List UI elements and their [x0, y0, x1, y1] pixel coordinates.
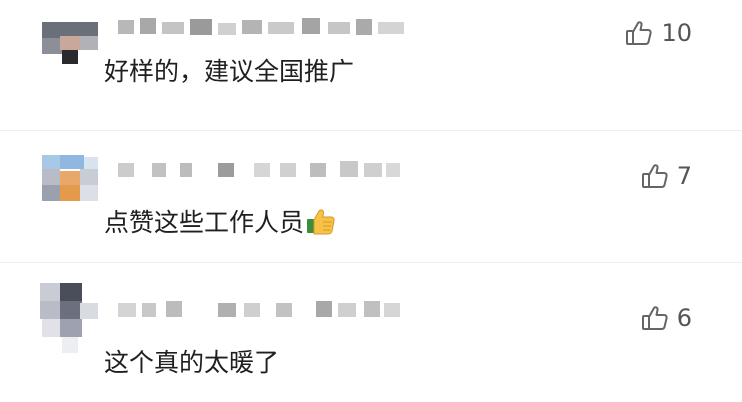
avatar[interactable]	[40, 12, 100, 72]
username-blurred[interactable]	[118, 159, 408, 181]
avatar[interactable]	[40, 281, 100, 361]
comment-item: 10 好样的，建议全国推广	[0, 0, 742, 130]
comment-text-content: 这个真的太暖了	[104, 348, 280, 377]
like-button[interactable]: 10	[625, 18, 692, 48]
thumbs-up-outline-icon	[625, 19, 653, 47]
like-button[interactable]: 6	[641, 303, 692, 333]
like-count: 6	[676, 304, 692, 332]
comment-text: 好样的，建议全国推广	[104, 52, 354, 88]
thumbs-up-outline-icon	[641, 304, 669, 332]
username-blurred[interactable]	[118, 299, 408, 321]
comment-text: 这个真的太暖了	[104, 343, 279, 379]
thumbs-up-emoji-icon	[306, 206, 336, 236]
comment-item: 6 这个真的太暖了	[0, 262, 742, 393]
comment-item: 7 点赞这些工作人员	[0, 130, 742, 261]
like-button[interactable]: 7	[641, 161, 692, 191]
username-blurred[interactable]	[118, 16, 408, 38]
comment-text: 点赞这些工作人员	[104, 203, 336, 239]
comment-text-content: 好样的，建议全国推广	[104, 57, 355, 86]
thumbs-up-outline-icon	[641, 162, 669, 190]
avatar[interactable]	[40, 143, 100, 203]
comment-text-content: 点赞这些工作人员	[104, 208, 305, 237]
like-count: 10	[661, 19, 692, 47]
like-count: 7	[676, 162, 692, 190]
